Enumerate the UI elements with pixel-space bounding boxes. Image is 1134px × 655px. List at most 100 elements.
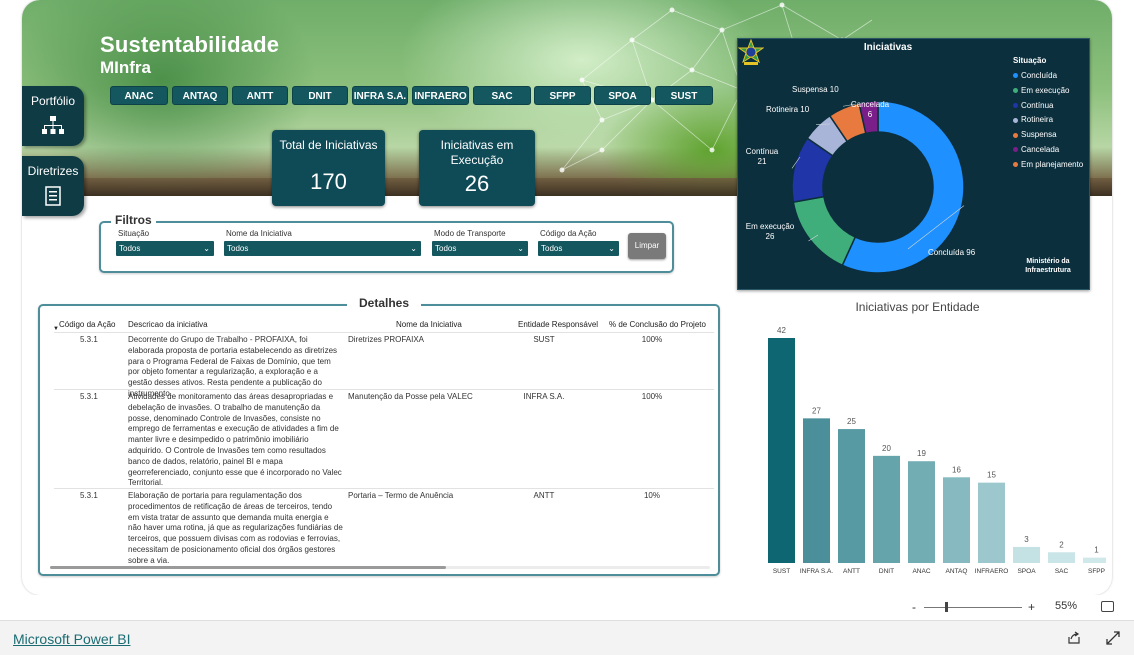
column-header-conclusao[interactable]: % de Conclusão do Projeto [609, 320, 706, 329]
donut-legend: Situação Concluída Em execução Contínua Rot… [1013, 56, 1083, 173]
bar-value-label: 16 [952, 465, 961, 474]
kpi-total-card: Total de Iniciativas 170 [272, 130, 385, 206]
chevron-down-icon: ⌄ [608, 244, 615, 253]
legend-item[interactable]: Cancelada [1013, 143, 1083, 158]
legend-label: Em execução [1021, 85, 1070, 95]
bar-value-label: 15 [987, 471, 996, 480]
zoom-in-button[interactable]: + [1028, 600, 1035, 614]
entity-button-sust[interactable]: SUST [655, 86, 713, 105]
column-header-codigo[interactable]: Código da Ação [59, 320, 116, 329]
kpi-execution-label: Iniciativas em Execução [440, 138, 514, 167]
chevron-down-icon: ⌄ [517, 244, 524, 253]
bar[interactable] [1013, 546, 1040, 563]
column-header-descricao[interactable]: Descricao da iniciativa [128, 320, 208, 329]
legend-dot [1013, 162, 1018, 168]
bar-category-label: SPOA [1017, 568, 1036, 575]
entity-button-infra-sa[interactable]: INFRA S.A. [352, 86, 408, 105]
zoom-out-button[interactable]: - [912, 600, 916, 614]
entity-button-antaq[interactable]: ANTAQ [172, 86, 228, 105]
column-header-nome[interactable]: Nome da Iniciativa [396, 320, 462, 329]
horizontal-scrollbar[interactable] [50, 566, 446, 569]
legend-label: Contínua [1021, 100, 1054, 110]
bar-chart-panel: Iniciativas por Entidade 42 SUST 27 INFRA S… [729, 298, 1106, 580]
bar[interactable] [873, 455, 900, 563]
cell-entidade: INFRA S.A. [523, 392, 565, 401]
legend-item[interactable]: Em execução [1013, 84, 1083, 99]
legend-item[interactable]: Concluída [1013, 69, 1083, 84]
portfolio-nav-label: Portfólio [30, 94, 76, 108]
share-icon[interactable] [1067, 631, 1081, 645]
entity-button-anac[interactable]: ANAC [110, 86, 168, 105]
portfolio-nav-button[interactable]: Portfólio [22, 86, 84, 146]
bar[interactable] [1083, 557, 1106, 563]
kpi-total-label: Total de Iniciativas [279, 138, 378, 152]
legend-label: Cancelada [1021, 144, 1060, 154]
zoom-slider-track[interactable] [924, 607, 1022, 608]
legend-dot [1013, 117, 1018, 123]
entity-button-sfpp[interactable]: SFPP [534, 86, 591, 105]
cell-nome: Diretrizes PROFAIXA [348, 335, 425, 344]
entity-button-antt[interactable]: ANTT [232, 86, 288, 105]
filter-situacao-value: Todos [119, 244, 141, 253]
power-bi-link[interactable]: Microsoft Power BI [13, 631, 130, 647]
clear-filters-button[interactable]: Limpar [628, 233, 666, 259]
bar-value-label: 3 [1024, 535, 1029, 544]
table-row[interactable]: 5.3.1 Decorrente do Grupo de Trabalho - … [54, 332, 714, 398]
entity-button-sac[interactable]: SAC [473, 86, 531, 105]
cell-descricao: Atividades de monitoramento das áreas de… [128, 392, 342, 488]
legend-item[interactable]: Suspensa [1013, 128, 1083, 143]
donut-data-label: Suspensa 10 [792, 85, 839, 94]
column-header-entidade[interactable]: Entidade Responsável [518, 320, 598, 329]
legend-label: Rotineira [1021, 115, 1054, 125]
bar[interactable] [803, 418, 830, 563]
filter-codigo-label: Código da Ação [540, 229, 597, 238]
bar[interactable] [1048, 552, 1075, 563]
kpi-total-value: 170 [310, 169, 347, 194]
bar[interactable] [908, 461, 935, 563]
entity-button-spoa[interactable]: SPOA [594, 86, 651, 105]
bar-category-label: ANAC [912, 568, 930, 575]
cell-conclusao: 100% [641, 392, 663, 401]
fit-to-page-icon[interactable] [1101, 601, 1114, 612]
filter-modo-value: Todos [435, 244, 457, 253]
filter-modo-select[interactable]: Todos ⌄ [432, 241, 528, 256]
bar[interactable] [768, 338, 795, 563]
bar-chart: 42 SUST 27 INFRA S.A. 25 ANTT 20 DNIT 19 ANAC 16 AN… [768, 326, 1106, 575]
legend-item[interactable]: Em planejamento [1013, 158, 1083, 173]
bar-category-label: SUST [773, 568, 790, 575]
entity-button-dnit[interactable]: DNIT [292, 86, 348, 105]
filter-modo-label: Modo de Transporte [434, 229, 506, 238]
brazil-coat-of-arms-icon [738, 39, 764, 65]
expand-icon[interactable] [1106, 631, 1120, 645]
bar-value-label: 25 [847, 417, 856, 426]
kpi-execution-card: Iniciativas em Execução 26 [419, 130, 535, 206]
zoom-level: 55% [1055, 600, 1078, 612]
table-row[interactable]: 5.3.1 Atividades de monitoramento das ár… [54, 389, 714, 487]
bar[interactable] [943, 477, 970, 563]
chevron-down-icon: ⌄ [410, 244, 417, 253]
legend-label: Suspensa [1021, 130, 1057, 140]
cell-conclusao: 100% [641, 335, 663, 344]
bar[interactable] [838, 429, 865, 563]
diretrizes-nav-label: Diretrizes [27, 164, 79, 178]
legend-dot [1013, 73, 1018, 79]
power-bi-viewer: Sustentabilidade MInfra ANAC ANTAQ ANTT … [0, 0, 1134, 655]
legend-dot [1013, 88, 1018, 94]
legend-dot [1013, 132, 1018, 138]
footer-bar [0, 620, 1134, 655]
report-subtitle: MInfra [100, 58, 151, 77]
donut-data-label: Contínua 21 [746, 147, 779, 166]
zoom-slider-thumb[interactable] [945, 602, 948, 612]
legend-item[interactable]: Contínua [1013, 99, 1083, 114]
entity-button-infraero[interactable]: INFRAERO [412, 86, 469, 105]
filter-situacao-select[interactable]: Todos ⌄ [116, 241, 214, 256]
diretrizes-nav-button[interactable]: Diretrizes [22, 156, 84, 216]
filter-nome-select[interactable]: Todos ⌄ [224, 241, 421, 256]
legend-item[interactable]: Rotineira [1013, 113, 1083, 128]
donut-title: Iniciativas [863, 42, 913, 53]
filter-nome-label: Nome da Iniciativa [226, 229, 292, 238]
filter-codigo-select[interactable]: Todos ⌄ [538, 241, 619, 256]
donut-slice[interactable] [792, 195, 857, 267]
table-row[interactable]: 5.3.1 Elaboração de portaria para regula… [54, 488, 714, 566]
bar[interactable] [978, 482, 1005, 563]
